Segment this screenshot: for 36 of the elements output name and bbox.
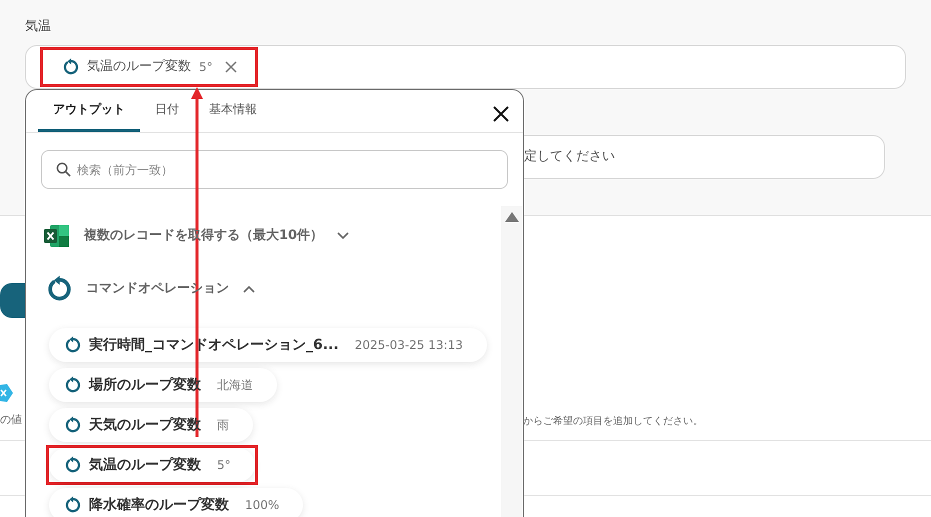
circular-arrow-icon <box>63 456 81 474</box>
circular-arrow-icon <box>63 416 81 434</box>
circular-arrow-icon <box>63 376 81 394</box>
tab[interactable]: 基本情報 <box>194 89 272 132</box>
field-label: 気温 <box>25 18 52 36</box>
variable-value: 2025-03-25 13:13 <box>354 337 463 354</box>
variable-item[interactable]: 実行時間_コマンドオペレーション_6... 2025-03-25 13:13 <box>49 328 487 362</box>
chip-value: 5° <box>199 58 213 76</box>
spreadsheet-icon <box>44 224 70 248</box>
temperature-field[interactable]: 気温のループ変数 5° <box>25 44 906 88</box>
chip-label: 気温のループ変数 <box>87 58 191 76</box>
variable-value: 北海道 <box>217 377 253 394</box>
hint-text: からご希望の項目を追加してください。 <box>523 414 703 429</box>
chevron-down-icon <box>337 232 350 240</box>
field-text: 定してください <box>524 148 615 166</box>
variable-name: 降水確率のループ変数 <box>89 496 229 514</box>
variable-name: 気温のループ変数 <box>89 456 201 474</box>
circular-arrow-icon <box>63 336 81 354</box>
variable-item[interactable]: 降水確率のループ変数 100% <box>49 488 304 517</box>
search-icon <box>56 162 71 177</box>
remove-icon[interactable] <box>224 60 237 72</box>
chevron-up-icon <box>243 284 255 292</box>
variable-value: 100% <box>245 497 280 514</box>
variable-value: 5° <box>217 457 231 474</box>
circular-arrow-icon <box>63 496 81 514</box>
description-text: の値 <box>0 412 22 428</box>
close-icon[interactable] <box>493 106 509 122</box>
tab[interactable]: アウトプット <box>38 89 140 132</box>
variable-name: 実行時間_コマンドオペレーション_6... <box>89 336 339 354</box>
tab[interactable]: 日付 <box>140 89 194 132</box>
variable-item[interactable]: 気温のループ変数 5° <box>49 448 255 482</box>
search-field[interactable]: 検索（前方一致） <box>41 150 508 189</box>
circular-arrow-icon <box>61 58 79 76</box>
variable-value: 雨 <box>217 417 229 434</box>
scroll-up-icon[interactable] <box>505 212 519 222</box>
search-placeholder: 検索（前方一致） <box>77 162 173 178</box>
